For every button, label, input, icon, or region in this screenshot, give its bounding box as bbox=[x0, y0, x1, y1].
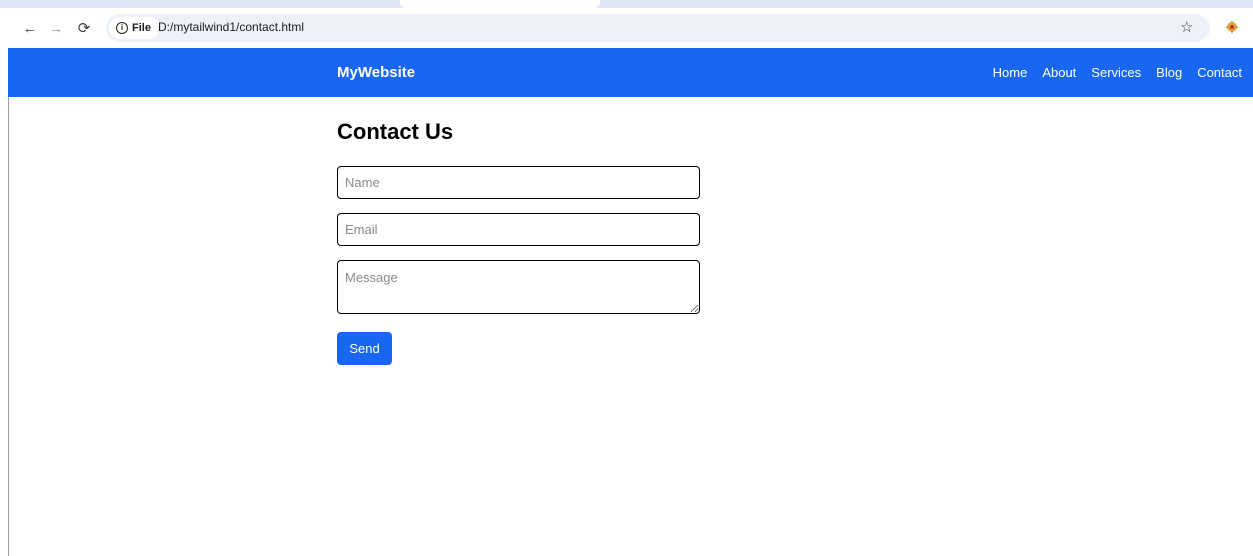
bookmark-star-icon[interactable]: ☆ bbox=[1180, 18, 1193, 36]
name-input[interactable] bbox=[337, 166, 700, 199]
site-info-chip[interactable]: i File bbox=[109, 17, 160, 39]
url-text: D:/mytailwind1/contact.html bbox=[158, 20, 305, 34]
browser-toolbar: ← → ⟳ i File D:/mytailwind1/contact.html… bbox=[0, 8, 1253, 48]
nav-home[interactable]: Home bbox=[993, 65, 1028, 80]
email-input[interactable] bbox=[337, 213, 700, 246]
site-header: MyWebsite Home About Services Blog Conta… bbox=[8, 48, 1253, 97]
page-title: Contact Us bbox=[337, 119, 454, 144]
site-brand[interactable]: MyWebsite bbox=[337, 64, 415, 81]
back-icon[interactable]: ← bbox=[20, 18, 40, 38]
page-left-border bbox=[8, 97, 9, 556]
reload-icon[interactable]: ⟳ bbox=[74, 18, 94, 38]
info-icon: i bbox=[116, 22, 128, 34]
nav-about[interactable]: About bbox=[1042, 65, 1076, 80]
nav-services[interactable]: Services bbox=[1091, 65, 1141, 80]
tab-strip bbox=[0, 0, 1253, 8]
message-textarea[interactable] bbox=[337, 260, 700, 314]
site-nav: Home About Services Blog Contact bbox=[993, 65, 1242, 80]
address-bar[interactable]: i File D:/mytailwind1/contact.html bbox=[106, 14, 1210, 42]
site-info-label: File bbox=[132, 22, 151, 34]
forward-icon[interactable]: → bbox=[46, 18, 66, 38]
extension-icon[interactable] bbox=[1224, 19, 1240, 35]
nav-contact[interactable]: Contact bbox=[1197, 65, 1242, 80]
send-button[interactable]: Send bbox=[337, 332, 392, 365]
active-tab[interactable] bbox=[400, 0, 600, 8]
nav-blog[interactable]: Blog bbox=[1156, 65, 1182, 80]
